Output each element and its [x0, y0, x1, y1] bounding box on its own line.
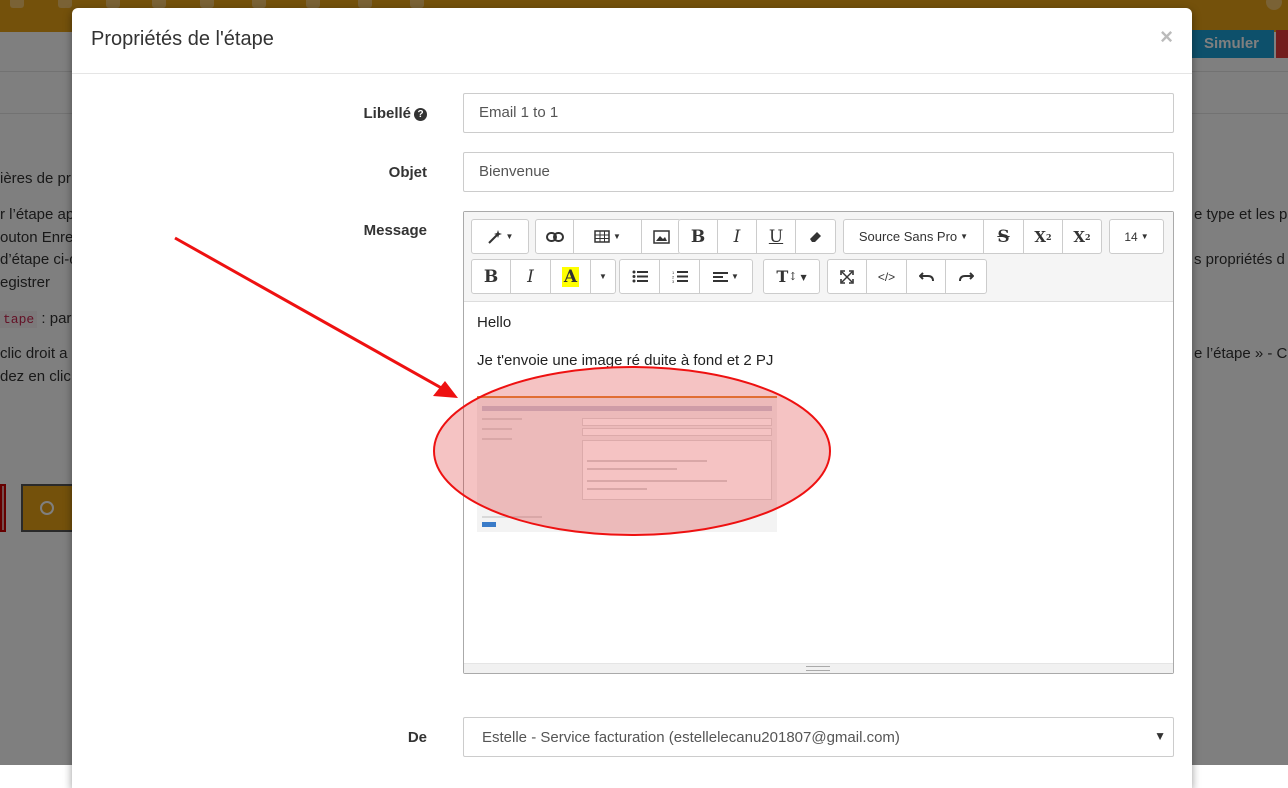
- editor-toolbar: ▼ ▼ B I U Source Sans Pro ▼ S X 2 X 2 14…: [464, 212, 1173, 302]
- image-line: [582, 428, 772, 436]
- format-group: B I U: [678, 219, 836, 254]
- font-size-dropdown[interactable]: 14 ▼: [1110, 220, 1163, 253]
- size-group: 14 ▼: [1109, 219, 1164, 254]
- modal-title: Propriétés de l'étape: [91, 28, 274, 50]
- line-height-dropdown[interactable]: T ↕ ▼: [764, 260, 819, 293]
- image-line: [482, 516, 542, 518]
- embedded-screenshot-image[interactable]: [477, 396, 777, 532]
- image-line: [587, 468, 677, 470]
- link-icon: [545, 231, 564, 242]
- underline-button[interactable]: U: [757, 220, 796, 253]
- redo-icon: [958, 271, 974, 281]
- height-group: T ↕ ▼: [763, 259, 820, 294]
- font-group: Source Sans Pro ▼ S X2 X2: [843, 219, 1102, 254]
- highlight-button[interactable]: A: [551, 260, 591, 293]
- style-group: ▼: [471, 219, 529, 254]
- text-style-group: B I A ▼: [471, 259, 616, 294]
- bullet-list-button[interactable]: [620, 260, 660, 293]
- fullscreen-icon: [840, 269, 854, 284]
- code-view-button[interactable]: </>: [867, 260, 907, 293]
- undo-icon: [918, 271, 934, 281]
- subject-label: Objet: [388, 164, 427, 181]
- editor-resize-handle[interactable]: [464, 663, 1173, 673]
- paragraph-group: 123 ▼: [619, 259, 753, 294]
- chevron-down-icon: ▼: [1154, 729, 1166, 743]
- code-icon: </>: [877, 269, 896, 284]
- numbered-list-button[interactable]: 123: [660, 260, 700, 293]
- editor-content[interactable]: Hello Je t'envoie une image ré duite à f…: [477, 315, 773, 391]
- image-line: [482, 418, 522, 420]
- undo-button[interactable]: [907, 260, 946, 293]
- insert-group: ▼: [535, 219, 681, 254]
- step-properties-modal: Propriétés de l'étape × Libellé? Email 1…: [72, 8, 1192, 788]
- image-button[interactable]: [642, 220, 680, 253]
- bold-button-2[interactable]: B: [472, 260, 511, 293]
- from-label: De: [407, 729, 427, 746]
- image-line: [482, 406, 772, 411]
- numbered-list-icon: 123: [672, 270, 688, 283]
- message-editor[interactable]: ▼ ▼ B I U Source Sans Pro ▼ S X 2 X 2 14…: [463, 211, 1174, 674]
- modal-header: Propriétés de l'étape ×: [72, 8, 1192, 74]
- table-button[interactable]: ▼: [574, 220, 642, 253]
- subscript-button[interactable]: X2: [1063, 220, 1101, 253]
- bullet-list-icon: [632, 270, 648, 283]
- fullscreen-button[interactable]: [828, 260, 867, 293]
- redo-button[interactable]: [946, 260, 986, 293]
- font-name-label: Source Sans Pro: [858, 229, 958, 244]
- label-text: Libellé: [363, 105, 411, 122]
- label-field-label: Libellé?: [227, 105, 427, 122]
- table-icon: [594, 230, 610, 243]
- bold-button[interactable]: B: [679, 220, 718, 253]
- image-line: [587, 480, 727, 482]
- image-line: [477, 396, 777, 398]
- eraser-icon: [809, 231, 821, 242]
- subject-input[interactable]: Bienvenue: [463, 152, 1174, 192]
- font-name-dropdown[interactable]: Source Sans Pro ▼: [844, 220, 984, 253]
- from-select-value: Estelle - Service facturation (estellele…: [482, 729, 900, 746]
- font-size-label: 14: [1124, 229, 1138, 244]
- label-input[interactable]: Email 1 to 1: [463, 93, 1174, 133]
- magic-style-button[interactable]: ▼: [472, 220, 528, 253]
- image-line: [582, 440, 772, 500]
- message-line: Je t'envoie une image ré duite à fond et…: [477, 352, 774, 369]
- view-group: </>: [827, 259, 987, 294]
- link-button[interactable]: [536, 220, 574, 253]
- svg-text:3: 3: [672, 279, 675, 283]
- superscript-button[interactable]: X2: [1024, 220, 1063, 253]
- grip-icon: [806, 666, 830, 671]
- highlight-color-dropdown[interactable]: ▼: [591, 260, 615, 293]
- image-line: [587, 488, 647, 490]
- from-select[interactable]: Estelle - Service facturation (estellele…: [463, 717, 1174, 757]
- image-line: [582, 418, 772, 426]
- message-label: Message: [363, 222, 427, 239]
- image-line: [587, 460, 707, 462]
- italic-button[interactable]: I: [718, 220, 757, 253]
- magic-wand-icon: [487, 229, 502, 244]
- image-icon: [652, 229, 670, 244]
- image-line: [482, 438, 512, 440]
- image-line: [482, 522, 496, 527]
- italic-button-2[interactable]: I: [511, 260, 551, 293]
- message-line: Hello: [477, 314, 512, 331]
- question-icon[interactable]: ?: [414, 108, 427, 121]
- strikethrough-button[interactable]: S: [984, 220, 1024, 253]
- image-line: [482, 428, 512, 430]
- align-dropdown[interactable]: ▼: [700, 260, 752, 293]
- align-left-icon: [713, 271, 729, 282]
- clear-format-button[interactable]: [796, 220, 835, 253]
- close-icon[interactable]: ×: [1160, 24, 1173, 50]
